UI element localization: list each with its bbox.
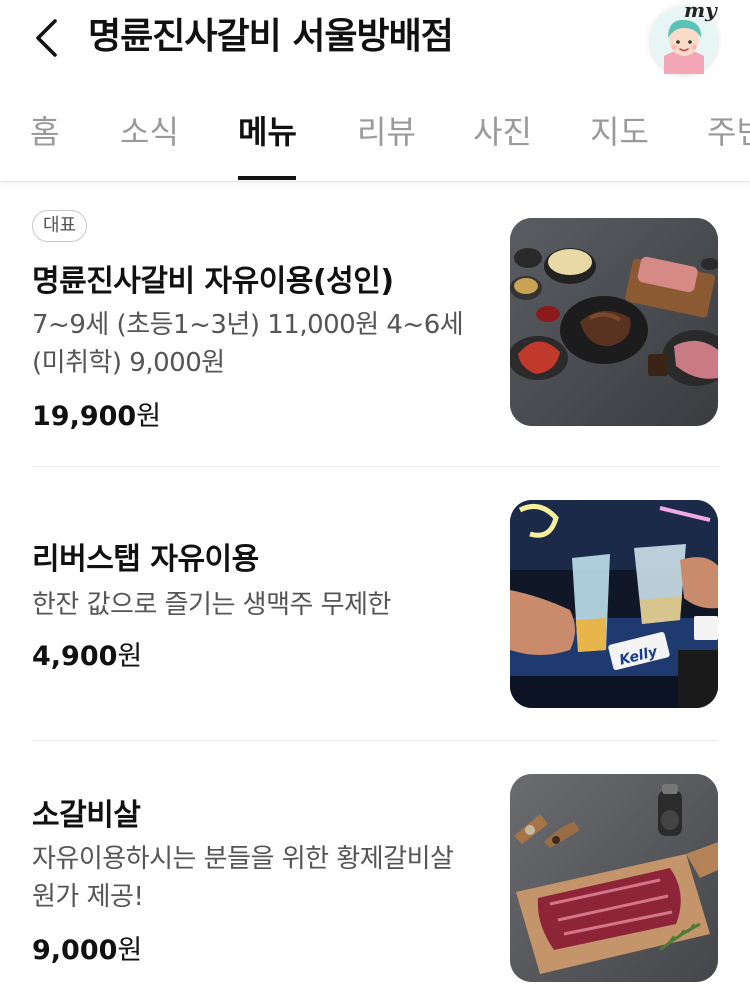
tab-nearby[interactable]: 주변 bbox=[707, 112, 750, 152]
beer-cheers-image: Kelly bbox=[510, 500, 718, 708]
price-value: 19,900 bbox=[32, 401, 137, 432]
menu-item-image[interactable] bbox=[510, 774, 718, 982]
beef-rib-image bbox=[510, 774, 718, 982]
divider bbox=[32, 740, 718, 741]
menu-item-name: 리버스탭 자유이용 bbox=[32, 542, 259, 577]
tab-menu[interactable]: 메뉴 bbox=[238, 112, 297, 152]
price-unit: 원 bbox=[117, 935, 143, 966]
menu-item[interactable]: 리버스탭 자유이용 한잔 값으로 즐기는 생맥주 무제한 4,900원 Kell… bbox=[32, 500, 718, 710]
active-tab-indicator bbox=[238, 176, 296, 180]
menu-item-description: 한잔 값으로 즐기는 생맥주 무제한 bbox=[32, 590, 391, 620]
galbi-spread-image bbox=[510, 218, 718, 426]
menu-item-price: 9,000원 bbox=[32, 928, 142, 967]
top-bar: 명륜진사갈비 서울방배점 my bbox=[0, 0, 750, 80]
tab-bar: 홈 소식 메뉴 리뷰 사진 지도 주변 bbox=[0, 96, 750, 182]
menu-item-image[interactable] bbox=[510, 218, 718, 426]
tab-reviews[interactable]: 리뷰 bbox=[357, 112, 416, 152]
menu-item-description: 7~9세 (초등1~3년) 11,000원 4~6세 (미취학) 9,000원 bbox=[32, 310, 464, 378]
menu-item[interactable]: 소갈비살 자유이용하시는 분들을 위한 황제갈비살 원가 제공! 9,000원 bbox=[32, 774, 718, 984]
menu-item[interactable]: 대표 명륜진사갈비 자유이용(성인) 7~9세 (초등1~3년) 11,000원… bbox=[32, 210, 718, 433]
price-unit: 원 bbox=[136, 401, 162, 432]
menu-item-image[interactable]: Kelly bbox=[510, 500, 718, 708]
menu-item-description: 자유이용하시는 분들을 위한 황제갈비살 원가 제공! bbox=[32, 844, 454, 912]
my-label: my bbox=[684, 0, 717, 22]
divider bbox=[32, 466, 718, 467]
chevron-left-icon bbox=[36, 19, 57, 57]
price-value: 4,900 bbox=[32, 641, 118, 672]
price-unit: 원 bbox=[117, 641, 143, 672]
tab-photos[interactable]: 사진 bbox=[473, 112, 532, 152]
tab-map[interactable]: 지도 bbox=[590, 112, 649, 152]
tab-home[interactable]: 홈 bbox=[30, 112, 59, 152]
page-title: 명륜진사갈비 서울방배점 bbox=[88, 16, 454, 57]
menu-item-price: 4,900원 bbox=[32, 634, 142, 673]
menu-item-price: 19,900원 bbox=[32, 394, 161, 433]
price-value: 9,000 bbox=[32, 935, 118, 966]
signature-badge: 대표 bbox=[32, 210, 88, 242]
tab-news[interactable]: 소식 bbox=[120, 112, 179, 152]
menu-item-name: 소갈비살 bbox=[32, 798, 141, 833]
menu-item-name: 명륜진사갈비 자유이용(성인) bbox=[32, 264, 394, 299]
back-button[interactable] bbox=[26, 16, 66, 60]
